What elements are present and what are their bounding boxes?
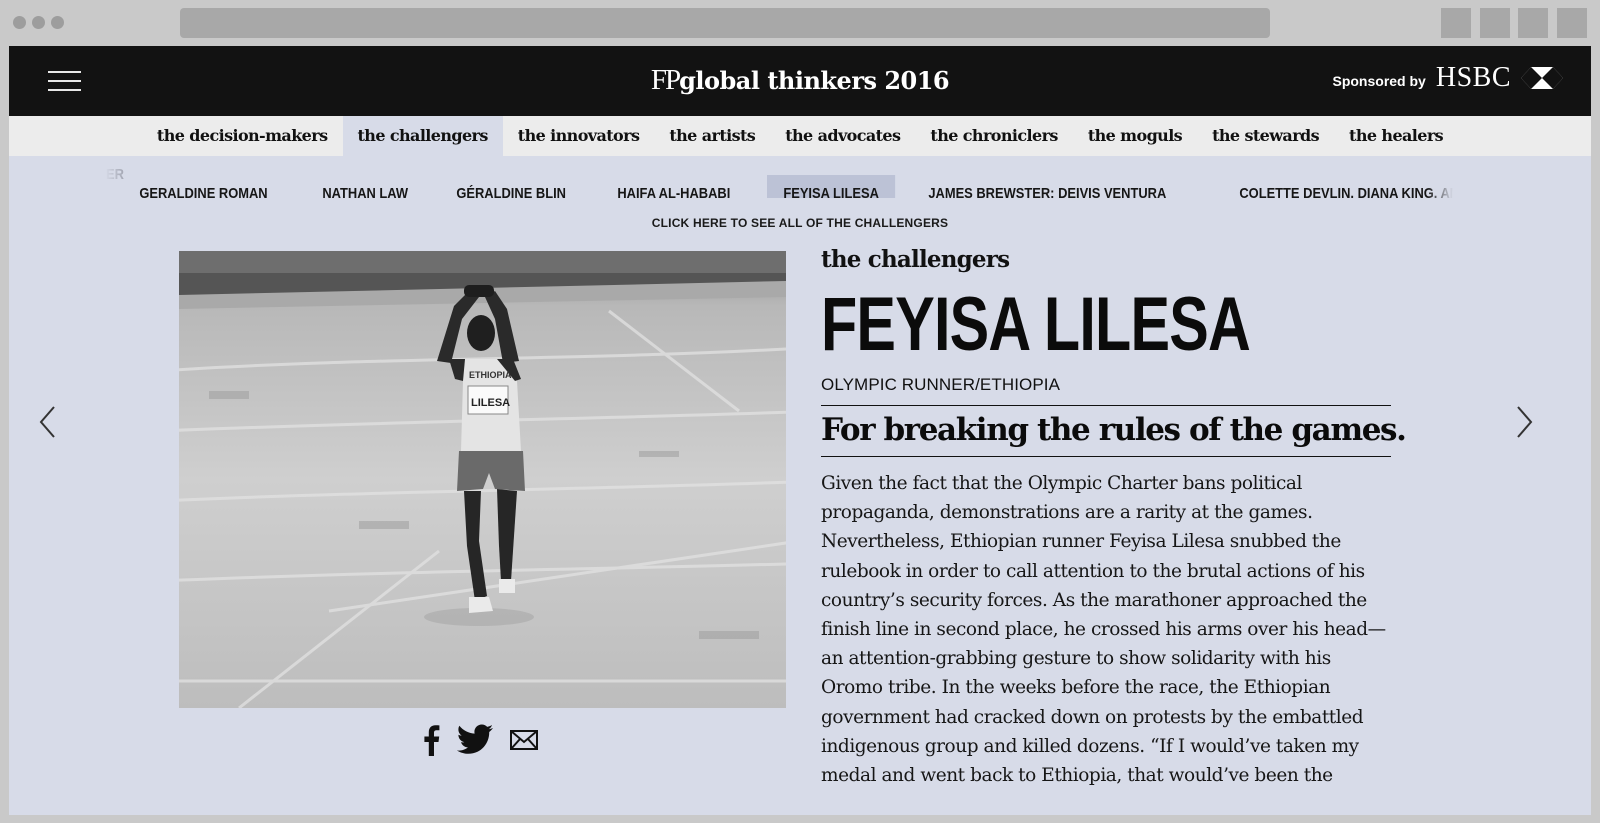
page-viewport: FPglobal thinkers 2016 Sponsored by HSBC… xyxy=(9,46,1591,815)
see-all-challengers-link[interactable]: CLICK HERE TO SEE ALL OF THE CHALLENGERS xyxy=(9,216,1591,230)
chevron-right-icon[interactable] xyxy=(1513,404,1535,440)
tab-decision-makers[interactable]: the decision-makers xyxy=(142,116,343,156)
facebook-icon[interactable] xyxy=(422,724,440,756)
thinker-role: OLYMPIC RUNNER/ETHIOPIA xyxy=(821,375,1391,406)
strip-fade-right xyxy=(1427,156,1453,198)
tab-stewards[interactable]: the stewards xyxy=(1197,116,1334,156)
category-kicker[interactable]: the challengers xyxy=(821,246,1391,273)
thinker-name-item[interactable]: NATHAN LAW xyxy=(306,175,424,198)
window-dot xyxy=(32,16,45,29)
bib-country: ETHIOPIA xyxy=(469,370,512,380)
thinker-name-item[interactable]: JAMES BREWSTER; DEIVIS VENTURA xyxy=(912,175,1183,198)
thinker-name-item[interactable]: HAIFA AL-HABABI xyxy=(601,175,747,198)
share-bar xyxy=(422,724,538,756)
email-icon[interactable] xyxy=(510,730,538,750)
address-bar[interactable] xyxy=(180,8,1270,38)
category-tabs: the decision-makers the challengers the in… xyxy=(9,116,1591,156)
chevron-left-icon[interactable] xyxy=(37,404,59,440)
article-photo: ETHIOPIA LILESA xyxy=(179,251,786,708)
tab-innovators[interactable]: the innovators xyxy=(503,116,655,156)
article-body: Given the fact that the Olympic Charter … xyxy=(821,473,1386,787)
tab-chroniclers[interactable]: the chroniclers xyxy=(915,116,1072,156)
hsbc-hexagon-icon xyxy=(1521,67,1563,89)
tab-challengers[interactable]: the challengers xyxy=(342,116,503,156)
bib-name: LILESA xyxy=(471,397,510,409)
tab-healers[interactable]: the healers xyxy=(1334,116,1458,156)
page-title: FEYISA LILESA xyxy=(821,282,1251,367)
sponsor-label: Sponsored by xyxy=(1332,73,1426,89)
article: the challengers FEYISA LILESA OLYMPIC RU… xyxy=(821,246,1407,790)
browser-button[interactable] xyxy=(1480,8,1510,38)
browser-button[interactable] xyxy=(1518,8,1548,38)
browser-button[interactable] xyxy=(1557,8,1587,38)
site-header: FPglobal thinkers 2016 Sponsored by HSBC xyxy=(9,46,1591,116)
strip-fade-left xyxy=(105,156,133,198)
thinker-name-item[interactable]: GERALDINE ROMAN xyxy=(123,175,284,198)
thinker-names-strip: ERGERALDINE ROMANNATHAN LAWGÉRALDINE BLI… xyxy=(105,156,1453,198)
window-dot xyxy=(13,16,26,29)
logo-text: global thinkers 2016 xyxy=(679,66,950,95)
twitter-icon[interactable] xyxy=(456,724,494,756)
browser-button[interactable] xyxy=(1441,8,1471,38)
logo-fp: FP xyxy=(650,64,681,96)
tab-artists[interactable]: the artists xyxy=(654,116,770,156)
window-dot xyxy=(51,16,64,29)
sponsor-brand: HSBC xyxy=(1435,62,1511,93)
sponsor-block[interactable]: Sponsored by HSBC xyxy=(1332,62,1563,94)
thinker-name-item[interactable]: COLETTE DEVLIN, DIANA KING, AND KITTY O'… xyxy=(1223,175,1453,198)
thinker-name-item[interactable]: FEYISA LILESA xyxy=(766,175,896,198)
tab-moguls[interactable]: the moguls xyxy=(1073,116,1197,156)
browser-chrome xyxy=(0,0,1600,46)
thinker-name-item[interactable]: GÉRALDINE BLIN xyxy=(440,175,582,198)
tab-advocates[interactable]: the advocates xyxy=(770,116,915,156)
article-dek: For breaking the rules of the games. xyxy=(821,406,1407,457)
